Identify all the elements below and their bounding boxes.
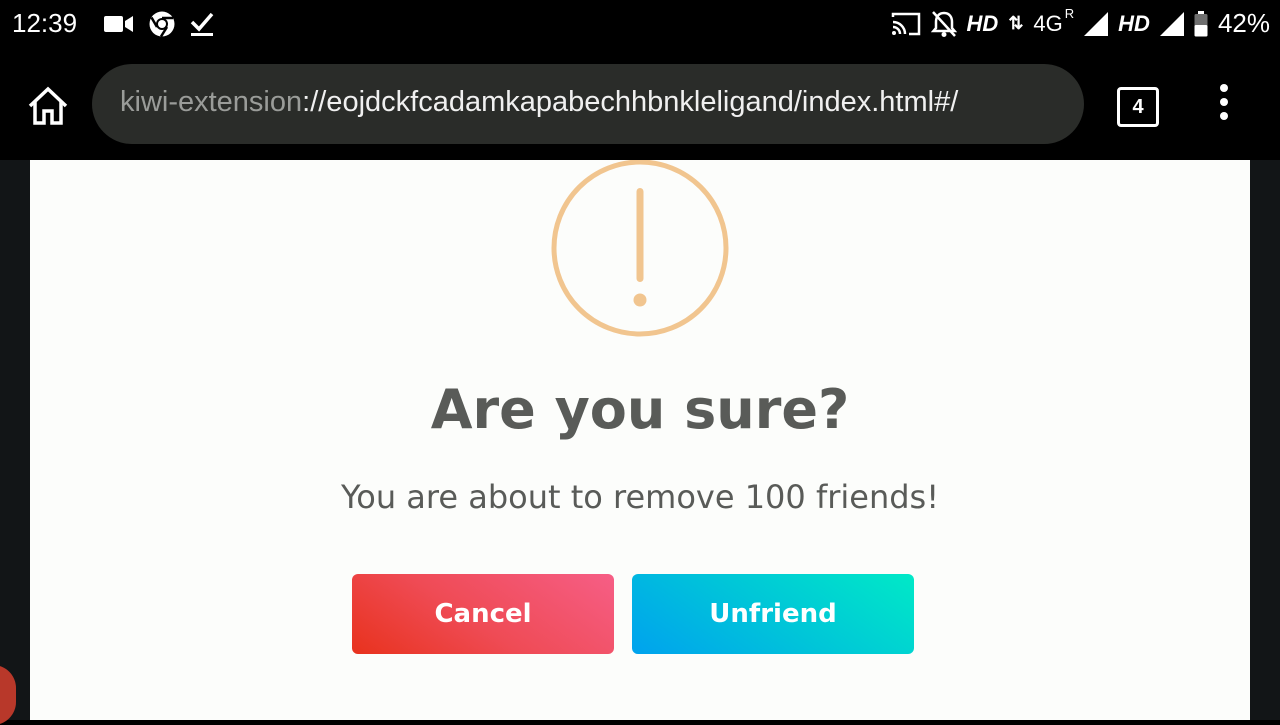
status-system-icons: HD ⇅ 4G R HD 42% (891, 6, 1270, 39)
roaming-label: R (1064, 6, 1075, 21)
warning-icon (551, 160, 729, 337)
address-bar[interactable]: kiwi-extension://eojdckfcadamkapabechhbn… (92, 64, 1084, 144)
status-notification-icons (104, 10, 214, 38)
signal-icon (1159, 11, 1184, 36)
tab-count: 4 (1132, 96, 1144, 118)
url-scheme: kiwi-extension (120, 86, 303, 118)
home-button[interactable] (26, 84, 70, 128)
battery-icon (1194, 10, 1208, 36)
dialog-message: You are about to remove 100 friends! (340, 478, 940, 516)
video-camera-icon (104, 16, 133, 32)
notifications-off-icon (930, 10, 957, 37)
signal-icon (1084, 11, 1109, 36)
network-hd-label-2: HD (1118, 10, 1150, 36)
dialog-title: Are you sure? (430, 378, 850, 441)
download-done-icon (190, 12, 214, 36)
network-hd-label-1: HD (966, 10, 999, 36)
url-text[interactable]: kiwi-extension://eojdckfcadamkapabechhbn… (120, 86, 1060, 119)
cancel-button[interactable]: Cancel (352, 574, 614, 654)
tab-switcher-button[interactable]: 4 (1117, 87, 1159, 127)
floating-handle[interactable] (0, 665, 16, 725)
unfriend-button[interactable]: Unfriend (632, 574, 914, 654)
data-arrows-icon: ⇅ (1008, 13, 1024, 33)
status-time: 12:39 (12, 8, 78, 38)
chrome-icon (149, 11, 175, 38)
network-type-label: 4G (1033, 10, 1063, 36)
more-vert-icon[interactable] (1212, 84, 1236, 128)
browser-toolbar: kiwi-extension://eojdckfcadamkapabechhbn… (0, 50, 1280, 160)
cast-icon (891, 12, 920, 35)
home-icon (28, 86, 68, 125)
confirm-dialog: Are you sure? You are about to remove 10… (30, 160, 1250, 720)
status-bar: 12:39 HD ⇅ 4G R HD 42% (0, 0, 1280, 50)
battery-percentage: 42% (1217, 8, 1270, 38)
url-path: ://eojdckfcadamkapabechhbnkleligand/inde… (302, 86, 959, 118)
